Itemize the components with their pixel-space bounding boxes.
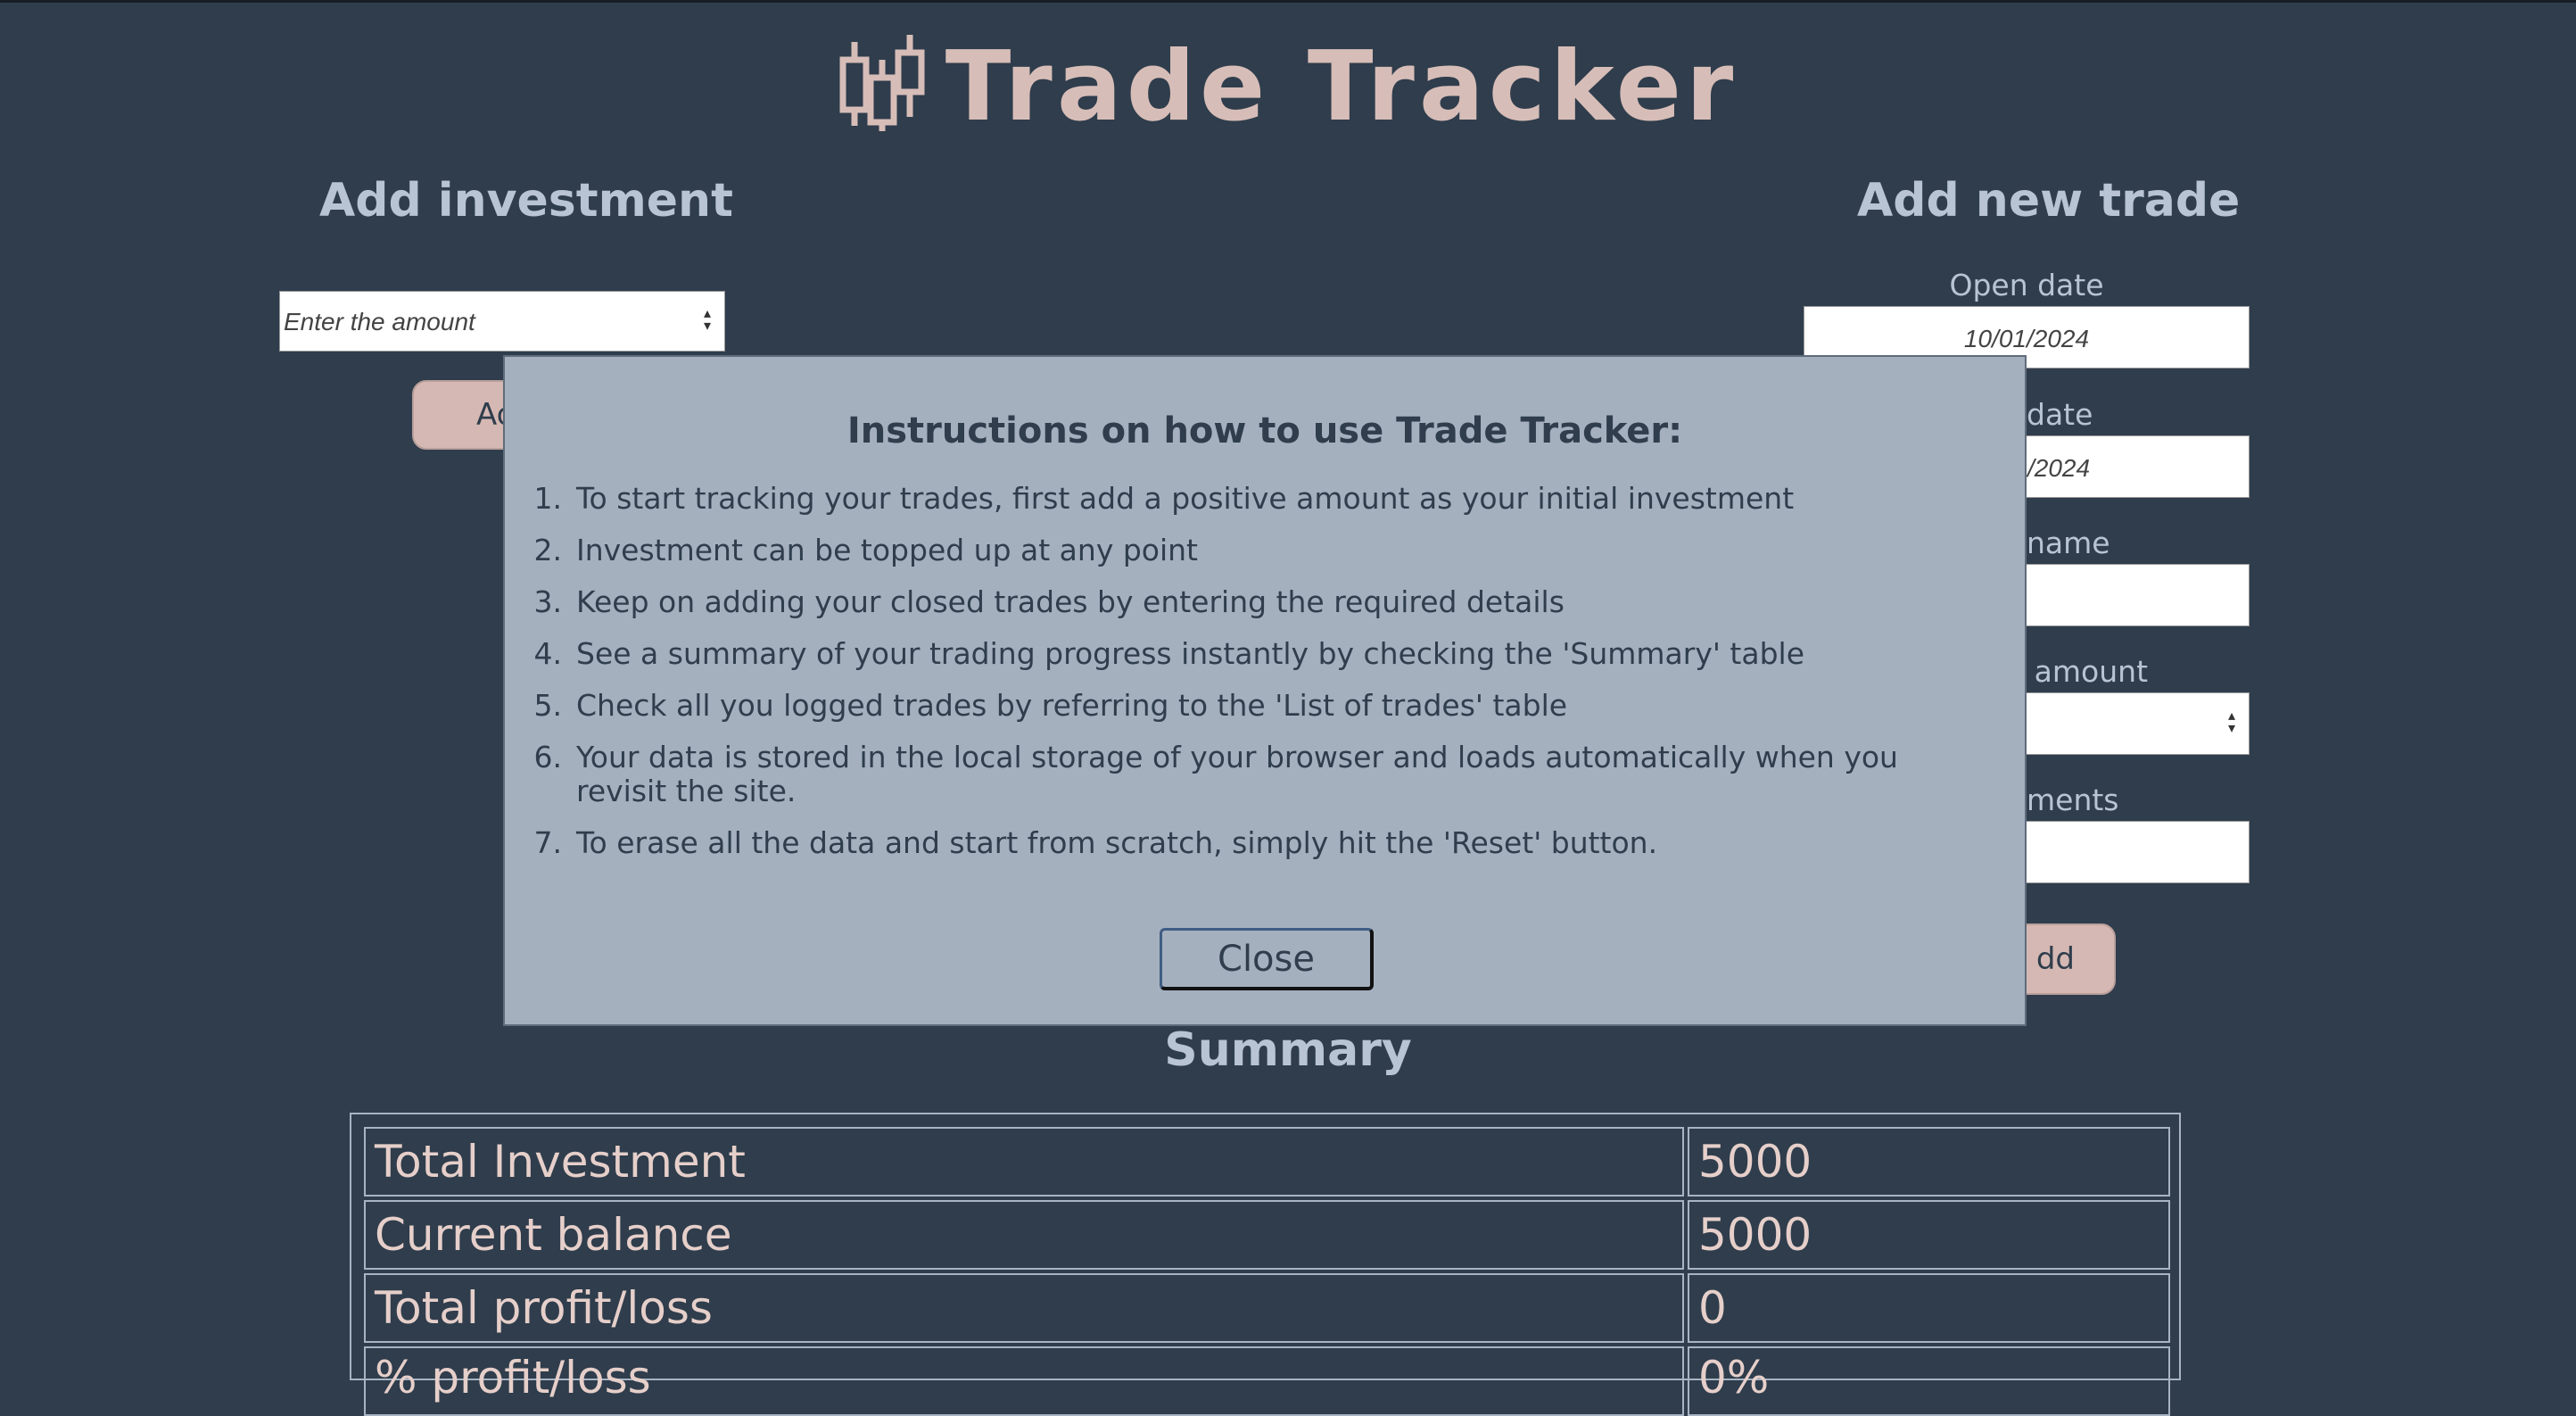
trade-amount-label: s amount	[2010, 654, 2149, 689]
app-title: Trade Tracker	[945, 30, 1738, 143]
instruction-text: Your data is stored in the local storage…	[576, 740, 1898, 808]
summary-heading: Summary	[1164, 1023, 1412, 1077]
instruction-number: 6.	[533, 740, 563, 774]
open-date-value: 10/01/2024	[1963, 325, 2090, 352]
instruction-number: 7.	[533, 825, 563, 860]
instruction-item: 3. Keep on adding your closed trades by e…	[534, 584, 1950, 619]
app-header: Trade Tracker	[0, 20, 2576, 153]
investment-amount-placeholder: Enter the amount	[284, 308, 475, 335]
instruction-text: See a summary of your trading progress i…	[576, 636, 1805, 671]
summary-label-cell: Total Investment	[364, 1127, 1684, 1197]
instruction-text: Check all you logged trades by referring…	[576, 688, 1568, 723]
add-trade-button-label: dd	[2035, 941, 2075, 977]
summary-label-cell: % profit/loss	[364, 1346, 1684, 1416]
modal-title: Instructions on how to use Trade Tracker…	[846, 410, 1683, 451]
comments-label: ments	[2027, 783, 2119, 817]
summary-value-cell: 5000	[1688, 1200, 2170, 1270]
instruction-number: 4.	[533, 636, 563, 671]
add-investment-heading: Add investment	[319, 174, 733, 228]
instruction-text: To erase all the data and start from scr…	[576, 825, 1658, 860]
instruction-item: 5. Check all you logged trades by referri…	[534, 688, 1950, 723]
instruction-item: 7. To erase all the data and start from s…	[534, 825, 1950, 860]
open-date-label: Open date	[1949, 268, 2104, 302]
instruction-item: 6. Your data is stored in the local stora…	[534, 740, 1950, 808]
close-date-value: /2024	[2027, 454, 2091, 482]
summary-value-cell: 0%	[1688, 1346, 2170, 1416]
stepper-icon[interactable]: ▴ ▾	[701, 307, 714, 335]
investment-amount-input[interactable]: Enter the amount ▴ ▾	[279, 291, 725, 352]
summary-label-cell: Total profit/loss	[364, 1273, 1684, 1343]
instruction-item: 1. To start tracking your trades, first a…	[534, 481, 1950, 516]
instruction-number: 5.	[533, 688, 563, 723]
instruction-number: 2.	[533, 533, 563, 567]
instruction-text: Investment can be topped up at any point	[576, 533, 1198, 567]
stepper-icon[interactable]: ▴ ▾	[2225, 709, 2238, 737]
instruction-text: To start tracking your trades, first add…	[576, 481, 1795, 516]
close-date-label: date	[2027, 397, 2093, 432]
instruction-number: 1.	[533, 481, 563, 516]
instruction-text: Keep on adding your closed trades by ent…	[576, 584, 1565, 619]
instruction-number: 3.	[533, 584, 563, 619]
instruction-item: 2. Investment can be topped up at any poi…	[534, 533, 1950, 567]
close-button[interactable]: Close	[1160, 928, 1374, 990]
summary-value-cell: 5000	[1688, 1127, 2170, 1197]
add-trade-heading: Add new trade	[1857, 174, 2241, 228]
instructions-modal: Instructions on how to use Trade Tracker…	[503, 355, 2027, 1026]
summary-table: Total Investment 5000 Current balance 50…	[350, 1113, 2181, 1416]
trade-name-label: name	[2027, 526, 2110, 560]
summary-label-cell: Current balance	[364, 1200, 1684, 1270]
instruction-item: 4. See a summary of your trading progress…	[534, 636, 1950, 671]
candlestick-chart-icon	[839, 35, 925, 131]
summary-value-cell: 0	[1688, 1273, 2170, 1343]
top-border	[0, 0, 2576, 3]
